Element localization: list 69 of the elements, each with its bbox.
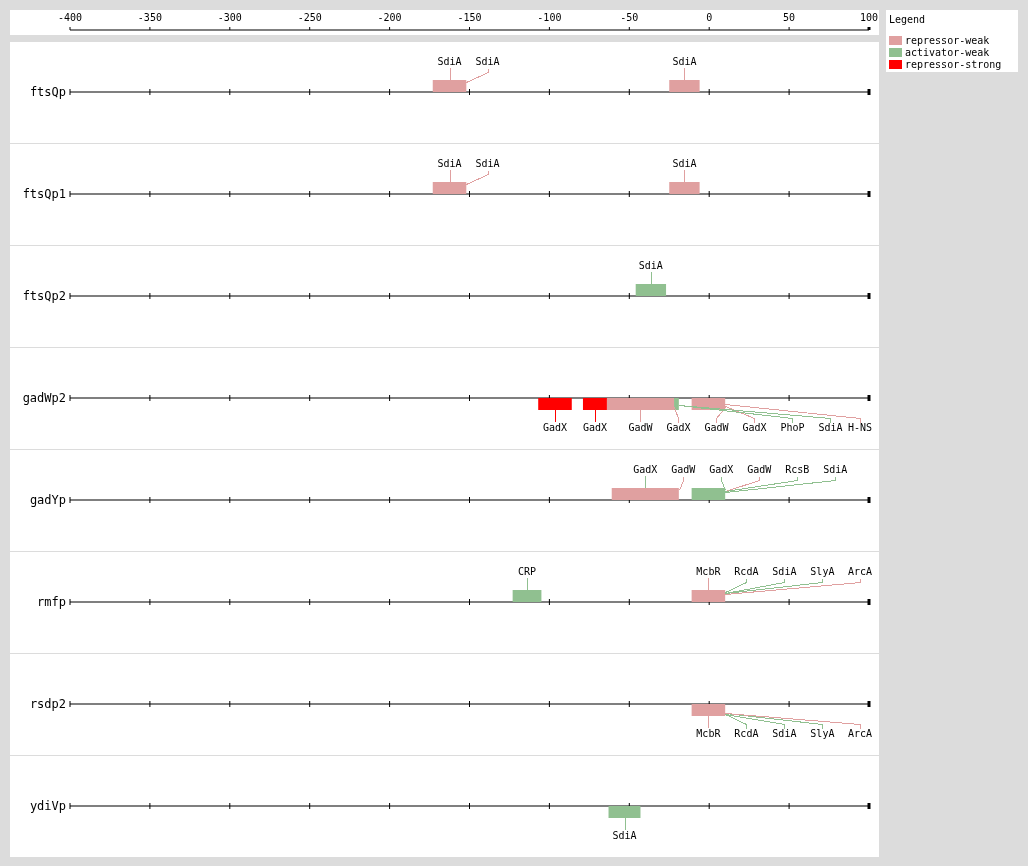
binding-site [691, 590, 726, 602]
site-label: SdiA [772, 728, 797, 739]
site-label: SlyA [810, 566, 835, 577]
promoter-label: ftsQp [29, 85, 66, 99]
site-label: ArcA [847, 566, 873, 577]
legend-label: activator-weak [905, 46, 990, 58]
site-label: GadX [582, 422, 607, 433]
tick-label: 50 [783, 12, 796, 23]
site-label: SdiA [672, 158, 697, 169]
binding-site [512, 590, 542, 602]
site-label: RcsB [785, 464, 810, 475]
promoter-label: gadWp2 [22, 391, 66, 405]
binding-site [691, 488, 726, 500]
binding-site [669, 182, 700, 194]
promoter-label: rmfp [37, 595, 66, 609]
tick-label: -350 [137, 12, 162, 23]
tick-label: -200 [377, 12, 402, 23]
binding-site [669, 80, 700, 92]
tick-label: -250 [297, 12, 322, 23]
legend-label: repressor-strong [905, 58, 1002, 70]
site-label: GadW [628, 422, 653, 433]
site-label: GadX [633, 464, 658, 475]
site-label: PhoP [780, 422, 805, 433]
site-label: GadX [542, 422, 568, 433]
site-label: SdiA [672, 56, 697, 67]
site-label: GadX [742, 422, 767, 433]
legend-title: Legend [889, 14, 927, 25]
tick-label: 0 [706, 12, 713, 23]
promoter-label: gadYp [29, 493, 66, 507]
site-label: SdiA [437, 56, 462, 67]
binding-site [608, 806, 641, 818]
site-label: RcdA [734, 728, 759, 739]
site-label: GadX [666, 422, 691, 433]
binding-site [538, 398, 572, 410]
tick-label: -100 [537, 12, 562, 23]
site-label: McbR [696, 728, 721, 739]
tick-label: -50 [620, 12, 639, 23]
site-label: SdiA [475, 158, 500, 169]
site-label: McbR [696, 566, 721, 577]
binding-site [691, 704, 726, 716]
tick-label: -400 [57, 12, 83, 23]
site-label: SlyA [810, 728, 835, 739]
site-label: SdiA [612, 830, 637, 841]
tick-label: -150 [457, 12, 482, 23]
binding-site [432, 80, 467, 92]
site-label: H-NS [847, 422, 873, 433]
site-label: CRP [518, 566, 537, 577]
tick-label: 100 [859, 12, 879, 23]
promoter-label: ydiVp [29, 799, 66, 813]
site-label: SdiA [638, 260, 663, 271]
site-label: GadW [704, 422, 729, 433]
site-label: SdiA [823, 464, 848, 475]
site-label: SdiA [437, 158, 462, 169]
binding-site [611, 488, 679, 500]
binding-site [432, 182, 467, 194]
promoter-label: ftsQp2 [22, 289, 66, 303]
site-label: SdiA [475, 56, 500, 67]
tick-label: -300 [217, 12, 242, 23]
legend-label: repressor-weak [905, 34, 990, 46]
site-label: GadX [709, 464, 734, 475]
site-label: GadW [747, 464, 772, 475]
site-label: GadW [671, 464, 696, 475]
promoter-label: rsdp2 [29, 697, 66, 711]
site-label: ArcA [847, 728, 873, 739]
site-label: RcdA [734, 566, 759, 577]
site-label: SdiA [818, 422, 843, 433]
site-label: SdiA [772, 566, 797, 577]
binding-site [635, 284, 667, 296]
promoter-label: ftsQp1 [22, 187, 66, 201]
